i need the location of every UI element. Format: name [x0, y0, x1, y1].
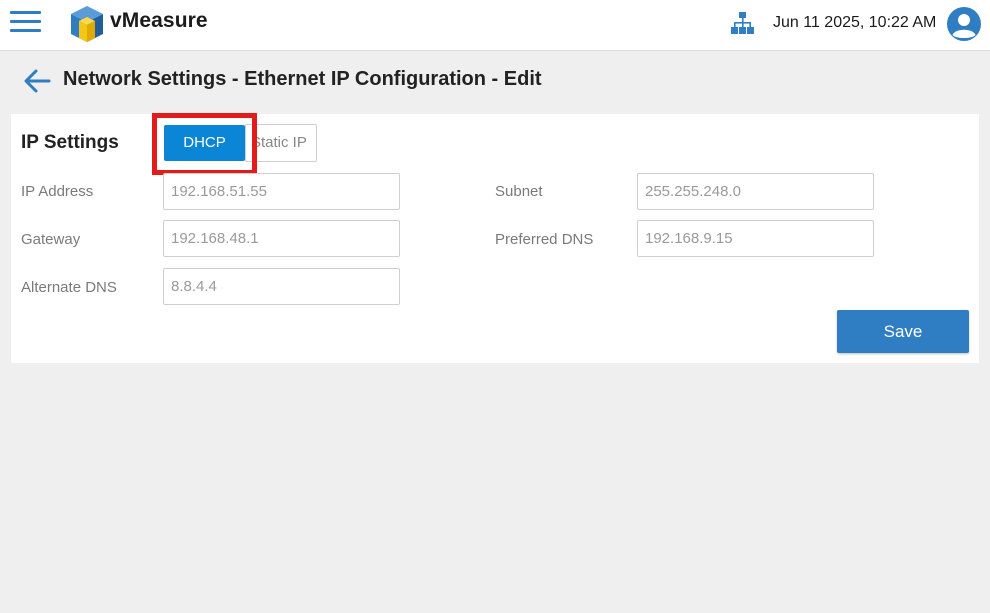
gateway-field[interactable]: 192.168.48.1: [163, 220, 400, 257]
current-datetime: Jun 11 2025, 10:22 AM: [773, 14, 937, 31]
preferred-dns-field[interactable]: 192.168.9.15: [637, 220, 874, 257]
ip-address-field[interactable]: 192.168.51.55: [163, 173, 400, 210]
page-title: Network Settings - Ethernet IP Configura…: [63, 68, 542, 90]
cube-logo-icon: [71, 6, 103, 42]
back-arrow-icon[interactable]: [21, 65, 53, 97]
dhcp-toggle[interactable]: DHCP: [164, 125, 245, 161]
section-title: IP Settings: [21, 132, 119, 153]
user-account-icon[interactable]: [946, 6, 982, 42]
top-app-bar: vMeasure Jun 11 2025, 10:22 AM: [0, 0, 990, 51]
subnet-field[interactable]: 255.255.248.0: [637, 173, 874, 210]
network-hierarchy-icon[interactable]: [731, 12, 754, 35]
ip-settings-panel: IP Settings Static IP DHCP IP Address 19…: [11, 113, 979, 363]
save-button[interactable]: Save: [837, 310, 969, 353]
alternate-dns-field[interactable]: 8.8.4.4: [163, 268, 400, 305]
gateway-label: Gateway: [21, 231, 81, 248]
ip-address-label: IP Address: [21, 183, 94, 200]
subnet-label: Subnet: [495, 183, 543, 200]
hamburger-menu-icon[interactable]: [10, 11, 42, 35]
preferred-dns-label: Preferred DNS: [495, 231, 594, 248]
app-name: vMeasure: [110, 9, 208, 32]
alternate-dns-label: Alternate DNS: [21, 279, 117, 296]
